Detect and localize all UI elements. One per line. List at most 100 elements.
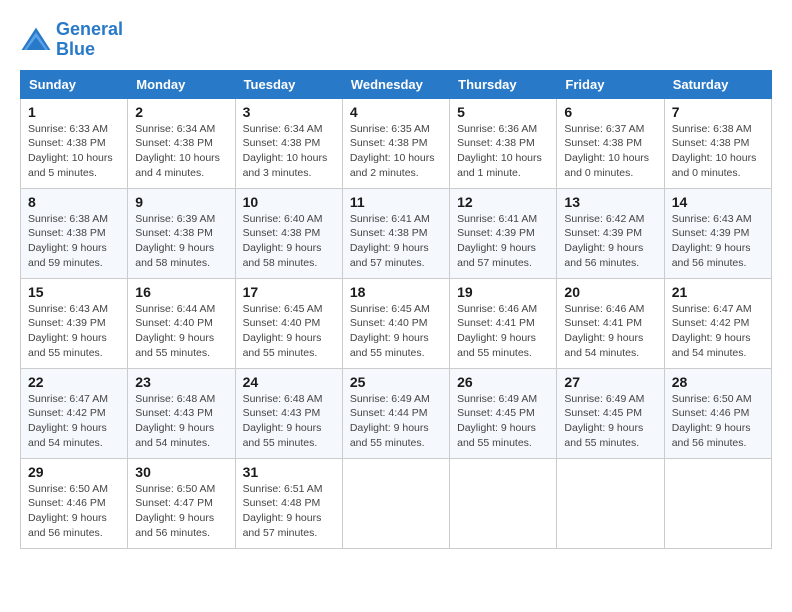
day-info: Sunrise: 6:34 AMSunset: 4:38 PMDaylight:… [135, 123, 220, 179]
calendar-cell: 25 Sunrise: 6:49 AMSunset: 4:44 PMDaylig… [342, 368, 449, 458]
calendar-week-row: 29 Sunrise: 6:50 AMSunset: 4:46 PMDaylig… [21, 458, 772, 548]
calendar-cell: 10 Sunrise: 6:40 AMSunset: 4:38 PMDaylig… [235, 188, 342, 278]
day-number: 7 [672, 104, 764, 120]
calendar-cell: 29 Sunrise: 6:50 AMSunset: 4:46 PMDaylig… [21, 458, 128, 548]
calendar-week-row: 15 Sunrise: 6:43 AMSunset: 4:39 PMDaylig… [21, 278, 772, 368]
calendar-cell: 8 Sunrise: 6:38 AMSunset: 4:38 PMDayligh… [21, 188, 128, 278]
day-info: Sunrise: 6:47 AMSunset: 4:42 PMDaylight:… [672, 303, 752, 359]
calendar-cell: 15 Sunrise: 6:43 AMSunset: 4:39 PMDaylig… [21, 278, 128, 368]
day-info: Sunrise: 6:36 AMSunset: 4:38 PMDaylight:… [457, 123, 542, 179]
day-number: 26 [457, 374, 549, 390]
weekday-header: Saturday [664, 70, 771, 98]
header: General Blue [20, 20, 772, 60]
calendar-cell: 13 Sunrise: 6:42 AMSunset: 4:39 PMDaylig… [557, 188, 664, 278]
calendar-cell [557, 458, 664, 548]
weekday-header: Friday [557, 70, 664, 98]
day-number: 29 [28, 464, 120, 480]
logo: General Blue [20, 20, 123, 60]
day-info: Sunrise: 6:38 AMSunset: 4:38 PMDaylight:… [672, 123, 757, 179]
calendar-week-row: 8 Sunrise: 6:38 AMSunset: 4:38 PMDayligh… [21, 188, 772, 278]
day-info: Sunrise: 6:50 AMSunset: 4:46 PMDaylight:… [28, 483, 108, 539]
day-info: Sunrise: 6:46 AMSunset: 4:41 PMDaylight:… [564, 303, 644, 359]
day-info: Sunrise: 6:43 AMSunset: 4:39 PMDaylight:… [672, 213, 752, 269]
calendar-cell: 3 Sunrise: 6:34 AMSunset: 4:38 PMDayligh… [235, 98, 342, 188]
weekday-header: Tuesday [235, 70, 342, 98]
day-number: 1 [28, 104, 120, 120]
day-info: Sunrise: 6:34 AMSunset: 4:38 PMDaylight:… [243, 123, 328, 179]
day-number: 17 [243, 284, 335, 300]
day-info: Sunrise: 6:46 AMSunset: 4:41 PMDaylight:… [457, 303, 537, 359]
day-number: 9 [135, 194, 227, 210]
calendar-cell [342, 458, 449, 548]
day-info: Sunrise: 6:35 AMSunset: 4:38 PMDaylight:… [350, 123, 435, 179]
day-number: 20 [564, 284, 656, 300]
calendar-cell: 19 Sunrise: 6:46 AMSunset: 4:41 PMDaylig… [450, 278, 557, 368]
calendar-cell: 7 Sunrise: 6:38 AMSunset: 4:38 PMDayligh… [664, 98, 771, 188]
day-info: Sunrise: 6:49 AMSunset: 4:44 PMDaylight:… [350, 393, 430, 449]
day-number: 15 [28, 284, 120, 300]
logo-text: General Blue [56, 20, 123, 60]
day-info: Sunrise: 6:39 AMSunset: 4:38 PMDaylight:… [135, 213, 215, 269]
day-number: 16 [135, 284, 227, 300]
calendar-cell: 31 Sunrise: 6:51 AMSunset: 4:48 PMDaylig… [235, 458, 342, 548]
day-info: Sunrise: 6:44 AMSunset: 4:40 PMDaylight:… [135, 303, 215, 359]
weekday-header: Monday [128, 70, 235, 98]
day-number: 31 [243, 464, 335, 480]
day-info: Sunrise: 6:50 AMSunset: 4:47 PMDaylight:… [135, 483, 215, 539]
calendar-cell: 20 Sunrise: 6:46 AMSunset: 4:41 PMDaylig… [557, 278, 664, 368]
calendar-cell: 16 Sunrise: 6:44 AMSunset: 4:40 PMDaylig… [128, 278, 235, 368]
calendar-cell [664, 458, 771, 548]
logo-icon [20, 26, 52, 54]
calendar-cell: 30 Sunrise: 6:50 AMSunset: 4:47 PMDaylig… [128, 458, 235, 548]
day-info: Sunrise: 6:41 AMSunset: 4:39 PMDaylight:… [457, 213, 537, 269]
calendar-week-row: 22 Sunrise: 6:47 AMSunset: 4:42 PMDaylig… [21, 368, 772, 458]
day-info: Sunrise: 6:43 AMSunset: 4:39 PMDaylight:… [28, 303, 108, 359]
calendar-table: SundayMondayTuesdayWednesdayThursdayFrid… [20, 70, 772, 549]
day-number: 18 [350, 284, 442, 300]
day-number: 6 [564, 104, 656, 120]
day-info: Sunrise: 6:48 AMSunset: 4:43 PMDaylight:… [243, 393, 323, 449]
day-info: Sunrise: 6:45 AMSunset: 4:40 PMDaylight:… [243, 303, 323, 359]
calendar-cell: 17 Sunrise: 6:45 AMSunset: 4:40 PMDaylig… [235, 278, 342, 368]
day-number: 3 [243, 104, 335, 120]
day-info: Sunrise: 6:49 AMSunset: 4:45 PMDaylight:… [457, 393, 537, 449]
weekday-header-row: SundayMondayTuesdayWednesdayThursdayFrid… [21, 70, 772, 98]
day-number: 4 [350, 104, 442, 120]
weekday-header: Thursday [450, 70, 557, 98]
calendar-week-row: 1 Sunrise: 6:33 AMSunset: 4:38 PMDayligh… [21, 98, 772, 188]
calendar-cell: 23 Sunrise: 6:48 AMSunset: 4:43 PMDaylig… [128, 368, 235, 458]
day-number: 25 [350, 374, 442, 390]
day-number: 14 [672, 194, 764, 210]
day-number: 10 [243, 194, 335, 210]
calendar-cell: 4 Sunrise: 6:35 AMSunset: 4:38 PMDayligh… [342, 98, 449, 188]
day-number: 23 [135, 374, 227, 390]
day-number: 28 [672, 374, 764, 390]
weekday-header: Sunday [21, 70, 128, 98]
calendar-cell: 18 Sunrise: 6:45 AMSunset: 4:40 PMDaylig… [342, 278, 449, 368]
calendar-cell: 27 Sunrise: 6:49 AMSunset: 4:45 PMDaylig… [557, 368, 664, 458]
day-number: 2 [135, 104, 227, 120]
calendar-cell: 11 Sunrise: 6:41 AMSunset: 4:38 PMDaylig… [342, 188, 449, 278]
day-info: Sunrise: 6:51 AMSunset: 4:48 PMDaylight:… [243, 483, 323, 539]
day-info: Sunrise: 6:33 AMSunset: 4:38 PMDaylight:… [28, 123, 113, 179]
day-number: 21 [672, 284, 764, 300]
calendar-cell: 2 Sunrise: 6:34 AMSunset: 4:38 PMDayligh… [128, 98, 235, 188]
calendar-cell: 21 Sunrise: 6:47 AMSunset: 4:42 PMDaylig… [664, 278, 771, 368]
calendar-cell: 1 Sunrise: 6:33 AMSunset: 4:38 PMDayligh… [21, 98, 128, 188]
day-info: Sunrise: 6:47 AMSunset: 4:42 PMDaylight:… [28, 393, 108, 449]
calendar-cell: 9 Sunrise: 6:39 AMSunset: 4:38 PMDayligh… [128, 188, 235, 278]
calendar-cell: 6 Sunrise: 6:37 AMSunset: 4:38 PMDayligh… [557, 98, 664, 188]
day-number: 11 [350, 194, 442, 210]
day-number: 22 [28, 374, 120, 390]
day-number: 13 [564, 194, 656, 210]
day-number: 27 [564, 374, 656, 390]
day-info: Sunrise: 6:48 AMSunset: 4:43 PMDaylight:… [135, 393, 215, 449]
day-number: 12 [457, 194, 549, 210]
day-number: 5 [457, 104, 549, 120]
calendar-cell: 14 Sunrise: 6:43 AMSunset: 4:39 PMDaylig… [664, 188, 771, 278]
day-info: Sunrise: 6:45 AMSunset: 4:40 PMDaylight:… [350, 303, 430, 359]
day-info: Sunrise: 6:50 AMSunset: 4:46 PMDaylight:… [672, 393, 752, 449]
day-info: Sunrise: 6:40 AMSunset: 4:38 PMDaylight:… [243, 213, 323, 269]
day-number: 19 [457, 284, 549, 300]
day-number: 24 [243, 374, 335, 390]
